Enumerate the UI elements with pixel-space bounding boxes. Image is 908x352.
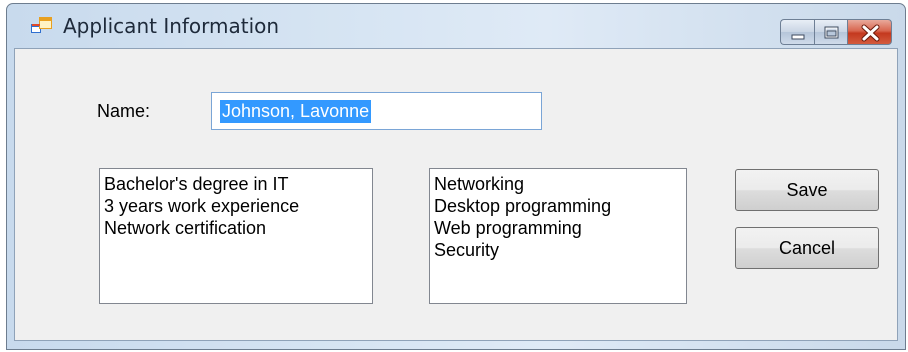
skills-listbox[interactable]: Networking Desktop programming Web progr… [429, 168, 687, 304]
list-item[interactable]: Bachelor's degree in IT [104, 173, 372, 195]
list-item[interactable]: Networking [434, 173, 686, 195]
cancel-button[interactable]: Cancel [735, 227, 879, 269]
list-item[interactable]: Desktop programming [434, 195, 686, 217]
title-bar[interactable]: Applicant Information [7, 4, 905, 48]
applicant-information-window: Applicant Information Name: Johnson, Lav… [6, 3, 906, 350]
list-item[interactable]: 3 years work experience [104, 195, 372, 217]
name-label: Name: [97, 101, 151, 121]
form-window-icon[interactable] [31, 17, 53, 37]
name-input-selected-text: Johnson, Lavonne [220, 100, 372, 123]
minimize-icon [791, 34, 805, 40]
name-input[interactable]: Johnson, Lavonne [211, 92, 542, 130]
list-item[interactable]: Security [434, 239, 686, 261]
window-title: Applicant Information [63, 14, 280, 38]
minimize-button[interactable] [780, 19, 814, 45]
close-button[interactable] [847, 19, 892, 45]
maximize-button[interactable] [814, 19, 847, 45]
qualifications-listbox[interactable]: Bachelor's degree in IT 3 years work exp… [99, 168, 373, 304]
list-item[interactable]: Network certification [104, 217, 372, 239]
save-button[interactable]: Save [735, 169, 879, 211]
form-client-area: Name: Johnson, Lavonne Bachelor's degree… [14, 48, 898, 341]
close-icon [861, 24, 880, 42]
caption-buttons [780, 19, 892, 45]
list-item[interactable]: Web programming [434, 217, 686, 239]
maximize-icon [824, 26, 839, 39]
